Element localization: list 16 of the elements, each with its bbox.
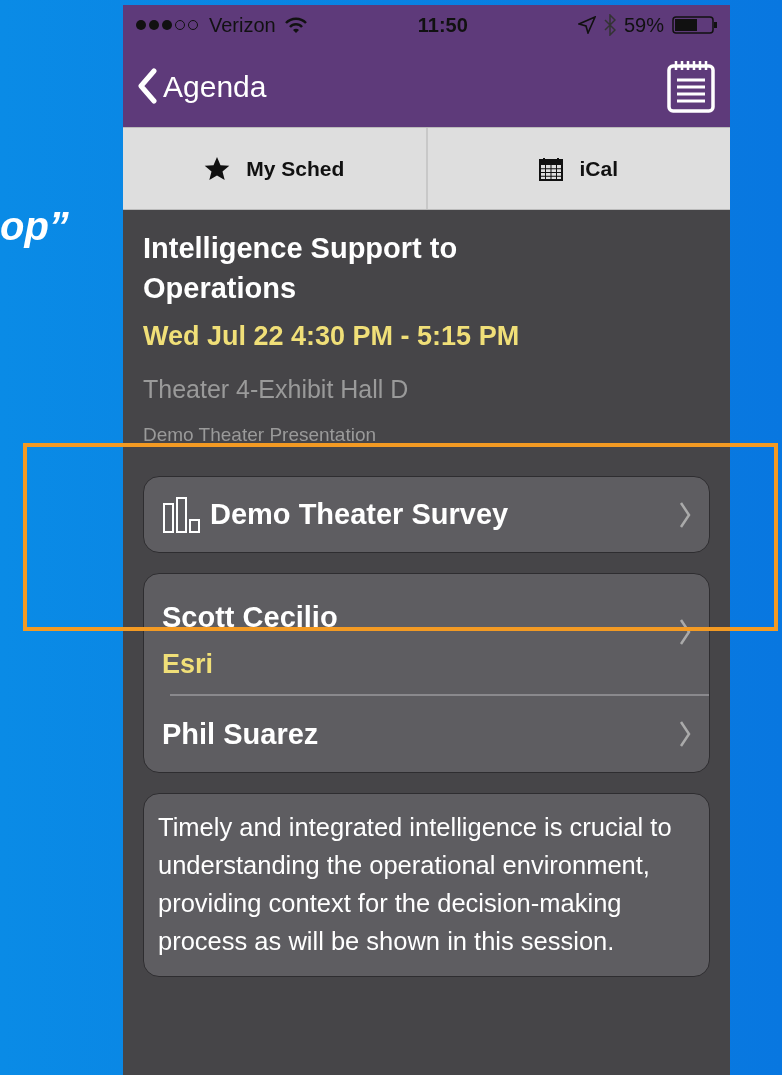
carrier-name: Verizon: [209, 13, 276, 38]
session-location: Theater 4-Exhibit Hall D: [143, 374, 410, 404]
session-description: Timely and integrated intelligence is crucial to understanding the operational environment, providing context for the decision-making process as will be shown in this session.: [143, 793, 710, 977]
speaker-organization: Esri: [162, 648, 215, 681]
slide-heading-text: op”: [0, 206, 69, 246]
session-title: Intelligence Support to Operations: [143, 231, 459, 306]
speaker-row[interactable]: Phil Suarez: [144, 696, 709, 772]
back-button[interactable]: Agenda: [137, 63, 267, 109]
speaker-row[interactable]: Scott Cecilio Esri: [144, 574, 709, 694]
session-type: Demo Theater Presentation: [143, 424, 378, 446]
status-time: 11:50: [417, 14, 468, 36]
speaker-name: Scott Cecilio: [162, 600, 338, 634]
battery-percent: 59%: [623, 13, 664, 38]
speaker-name: Phil Suarez: [162, 717, 319, 751]
survey-button[interactable]: Demo Theater Survey: [143, 476, 710, 553]
session-time: Wed Jul 22 4:30 PM - 5:15 PM: [143, 320, 521, 352]
